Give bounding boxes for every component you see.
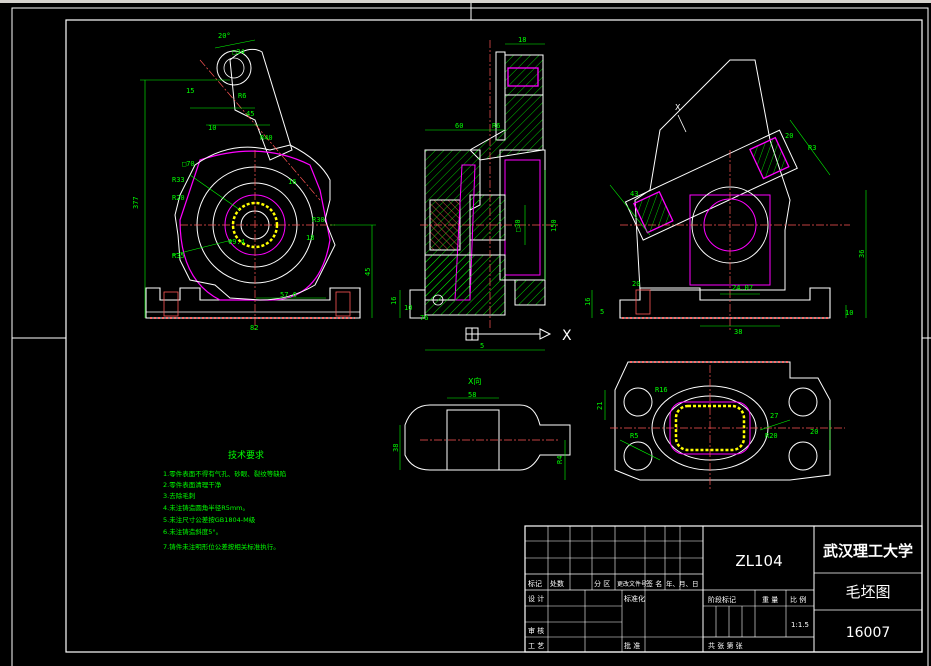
- technical-requirements: 技术要求 1.零件表面不得有气孔、砂眼、裂纹等缺陷 2.零件表面清理干净 3.去…: [163, 449, 286, 551]
- cad-drawing-canvas: 20° □34 15 R6 45 10 R40 □70 R33 377 R20 …: [0, 0, 931, 666]
- process-label: 工 艺: [528, 642, 544, 650]
- dim-text: 16: [288, 178, 296, 186]
- review-label: 审 核: [528, 626, 544, 635]
- x-direction-view: X向 58 38 R4: [392, 376, 571, 480]
- outer-border: [11, 7, 929, 666]
- dim-text: R20: [765, 432, 778, 440]
- dim-text: R30: [312, 216, 325, 224]
- dim-text: R16: [655, 386, 668, 394]
- approve-label: 批 准: [624, 641, 640, 650]
- dim-text: 45: [246, 110, 254, 118]
- dim-text: 5: [480, 342, 484, 350]
- dim-text: 21: [596, 402, 604, 410]
- dim-text: 27: [770, 412, 778, 420]
- dim-text: 43: [630, 190, 638, 198]
- dim-text: R3: [808, 144, 816, 152]
- tech-note-item: 2.零件表面清理干净: [163, 480, 222, 489]
- hdr-doc: 更改文件号: [617, 580, 647, 588]
- bottom-view: 21 R5 R16 27 R20 20: [596, 361, 845, 490]
- tech-note-item: 5.未注尺寸公差按GB1804-M级: [163, 515, 256, 524]
- tech-note-item: 4.未注铸造圆角半径R5mm。: [163, 503, 249, 512]
- dim-text: 10: [208, 124, 216, 132]
- dim-text: 57.6: [280, 291, 297, 299]
- hdr-date: 年、月、日: [666, 579, 699, 588]
- dim-text: 45: [364, 268, 372, 276]
- dim-text: R6: [492, 122, 500, 130]
- dim-text: R20: [172, 194, 185, 202]
- dim-text: □34: [232, 48, 245, 56]
- dim-text: 58: [468, 391, 476, 399]
- right-view: X 20 R3 43 38 36 24.07 16 20 10 5: [584, 59, 867, 336]
- drawing-number: 16007: [846, 625, 891, 641]
- dim-text: R5: [630, 432, 638, 440]
- dim-text: 16: [584, 298, 592, 306]
- dim-text: 15: [186, 87, 194, 95]
- dim-text: R4: [556, 456, 564, 464]
- dim-text: 82: [250, 324, 258, 332]
- dim-text: 150: [550, 219, 558, 232]
- x-view-title: X向: [468, 376, 481, 386]
- material-label: ZL104: [735, 552, 782, 570]
- section-side-view: 18 60 R6 150 □30 16 10 5 76 X: [390, 36, 572, 351]
- dim-text: 60: [455, 122, 463, 130]
- tech-notes-title: 技术要求: [228, 449, 264, 461]
- dim-text: 18: [306, 234, 314, 242]
- dim-text: 20: [632, 280, 640, 288]
- dim-text: □30: [514, 219, 522, 232]
- standardize-label: 标准化: [624, 594, 645, 603]
- front-view: 20° □34 15 R6 45 10 R40 □70 R33 377 R20 …: [132, 32, 376, 332]
- dim-text: R33: [172, 176, 185, 184]
- dim-text: 20: [810, 428, 818, 436]
- dim-text: Φ9.4: [228, 238, 245, 246]
- tech-note-item: 1.零件表面不得有气孔、砂眼、裂纹等缺陷: [163, 469, 286, 478]
- tech-note-item: 6.未注铸造斜度5°。: [163, 527, 222, 536]
- dim-text: 10: [404, 304, 412, 312]
- university-name: 武汉理工大学: [823, 542, 913, 560]
- dim-text: 20°: [218, 32, 231, 40]
- tech-note-item: 3.去除毛刺: [163, 491, 195, 500]
- view-arrow-label: X: [562, 328, 572, 344]
- weight-label: 重 量: [762, 596, 778, 604]
- inner-frame: [65, 19, 923, 653]
- dim-text: 20: [785, 132, 793, 140]
- dim-text: R6: [238, 92, 246, 100]
- dim-text: 5: [600, 308, 604, 316]
- dim-text: 38: [734, 328, 742, 336]
- dim-text: R35: [172, 252, 185, 260]
- dim-text: 18: [518, 36, 526, 44]
- view-mark-x: X: [675, 103, 681, 112]
- dim-text: 36: [858, 250, 866, 258]
- hdr-mark: 标记: [528, 579, 542, 588]
- design-label: 设 计: [528, 594, 544, 603]
- dim-text: R40: [260, 134, 273, 142]
- dim-text: 377: [132, 196, 140, 209]
- hdr-zone: 分 区: [594, 579, 610, 588]
- drawing-title: 毛坯图: [845, 583, 890, 601]
- ratio-label: 比 例: [790, 595, 806, 604]
- sheets-label: 共 张 第 张: [708, 641, 743, 650]
- hdr-sign: 签 名: [646, 579, 662, 588]
- window-top-edge: [0, 0, 931, 3]
- scale-value: 1:1.5: [791, 621, 809, 629]
- tech-note-item: 7.铸件未注明形位公差按相关标准执行。: [163, 542, 280, 551]
- dim-text: 10: [845, 309, 853, 317]
- dim-text: 24.07: [732, 284, 753, 292]
- hdr-count: 处数: [550, 579, 564, 588]
- stage-mark-label: 阶段标记: [708, 595, 736, 604]
- dim-text: □70: [182, 160, 195, 168]
- dim-text: 76: [420, 314, 428, 322]
- dim-text: 16: [390, 297, 398, 305]
- dim-text: 38: [392, 444, 400, 452]
